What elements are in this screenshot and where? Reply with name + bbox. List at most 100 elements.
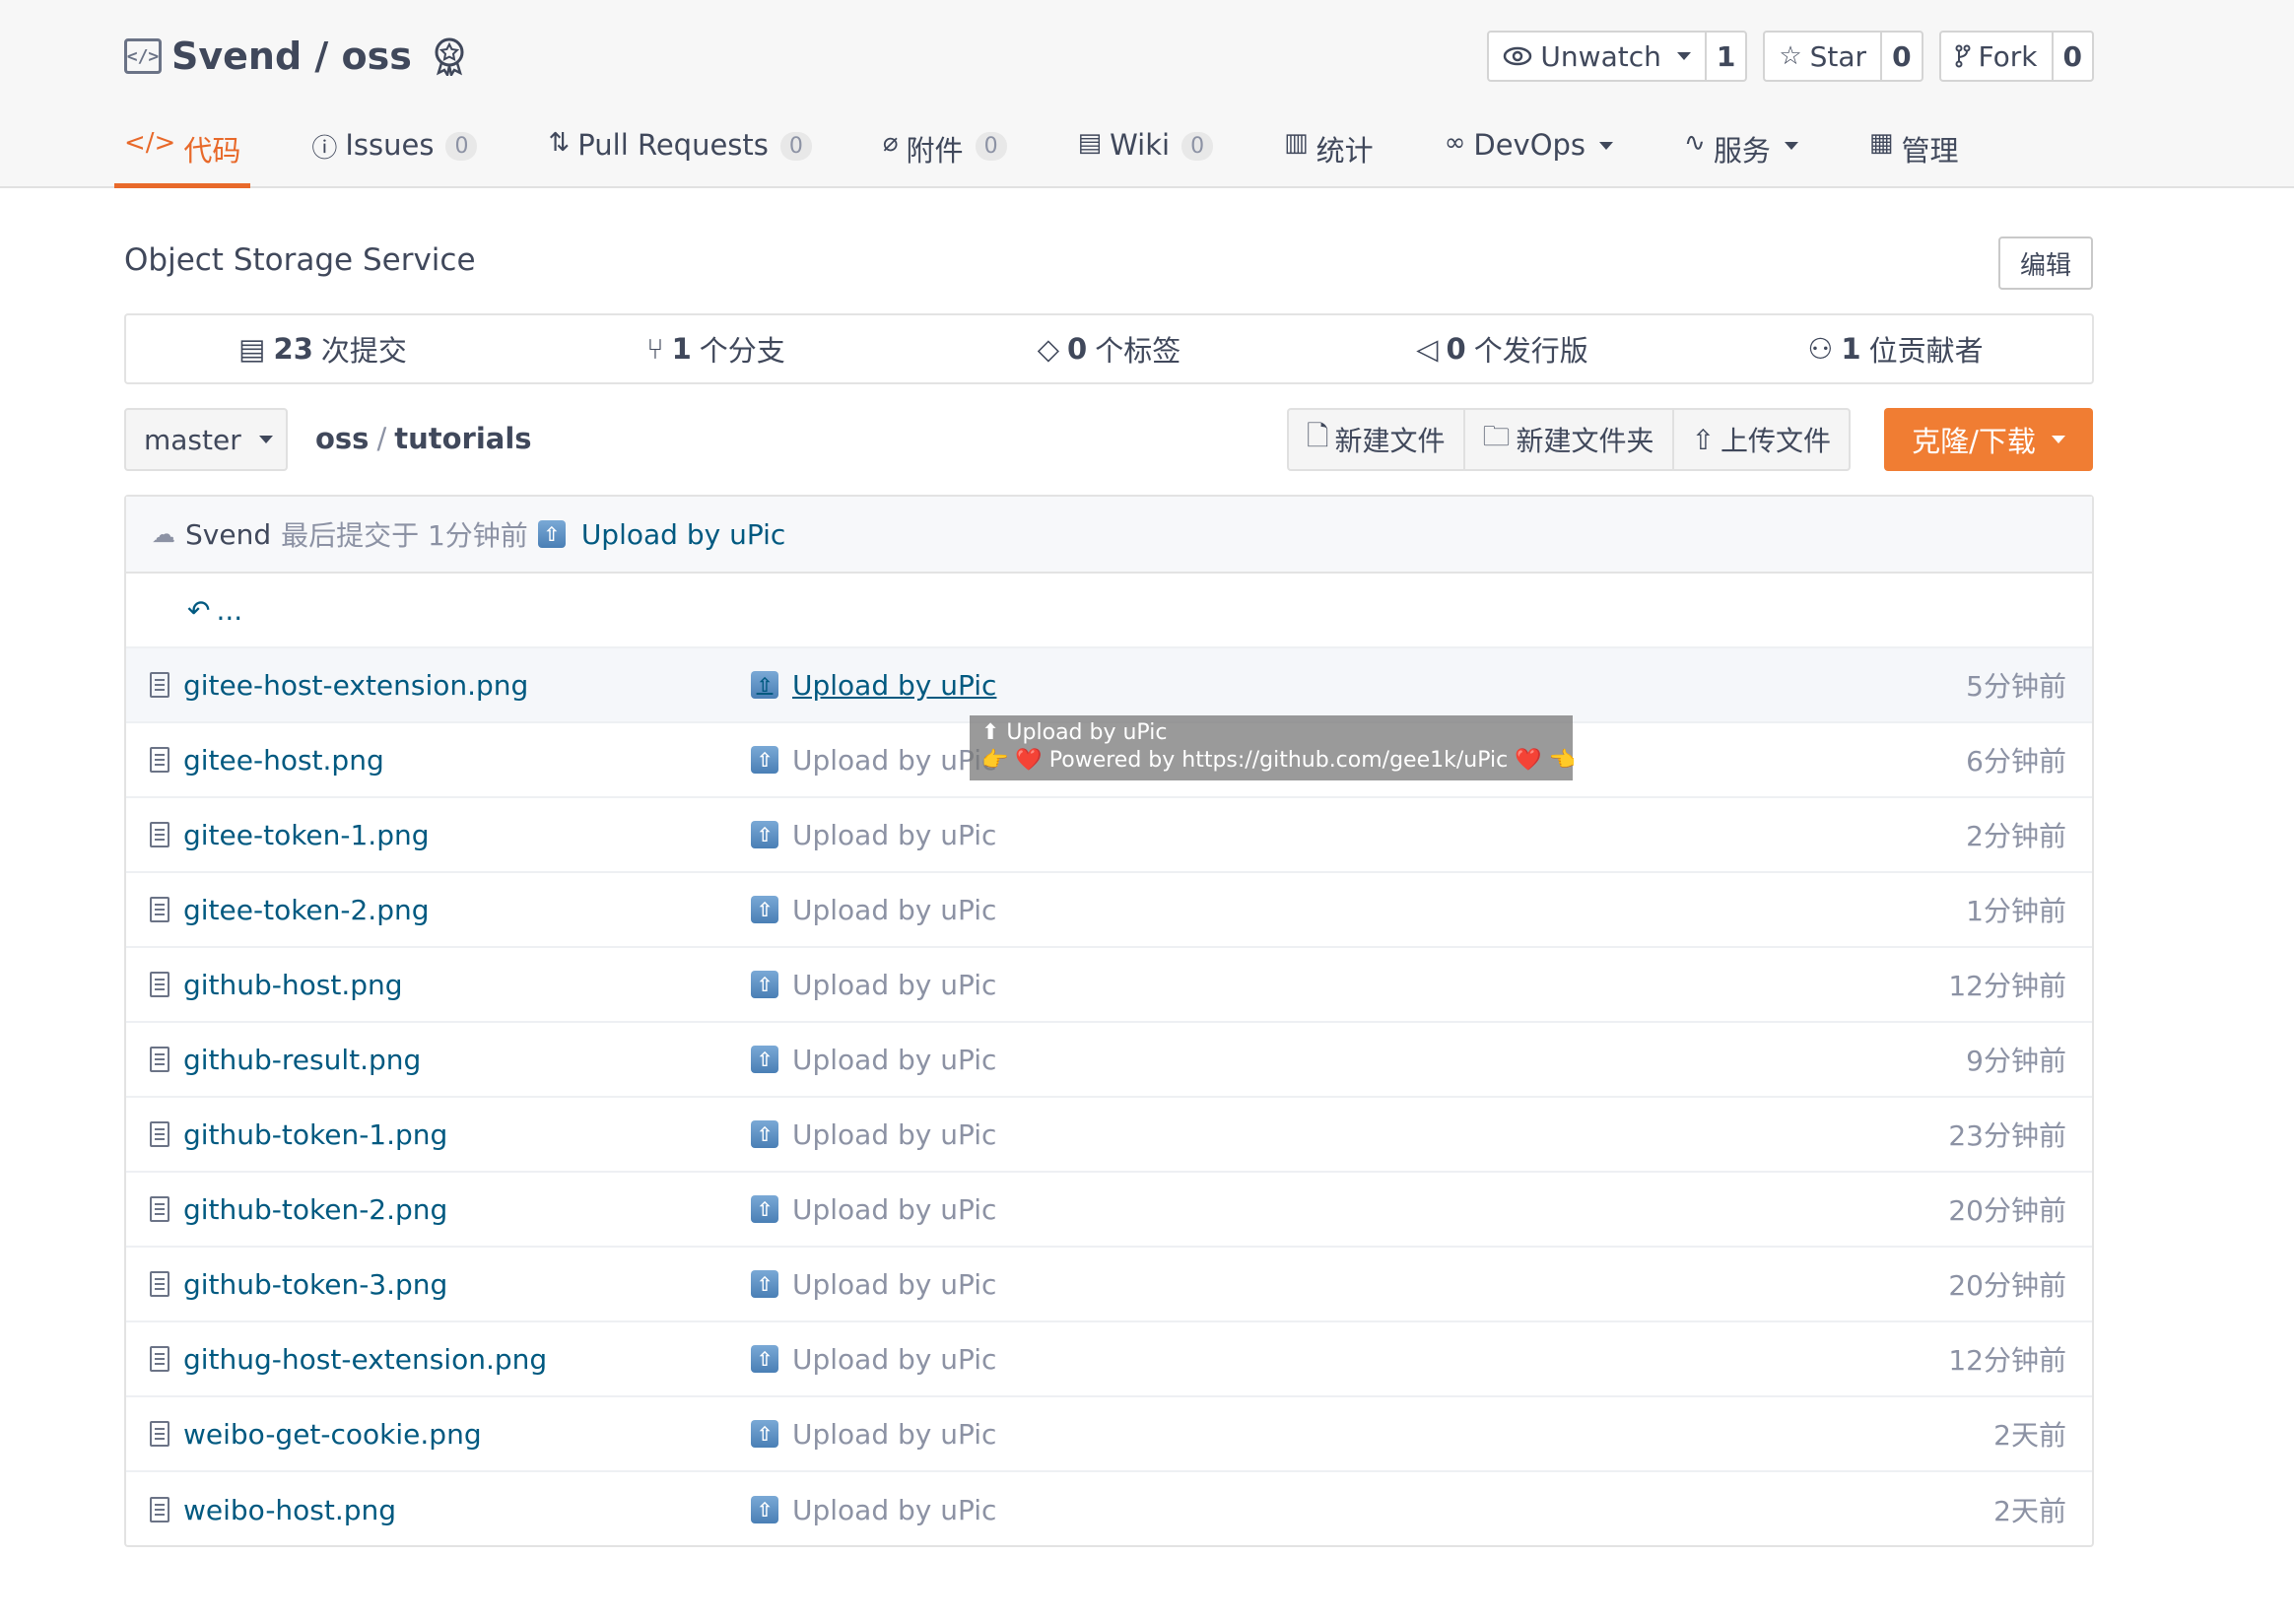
file-name[interactable]: github-token-1.png	[183, 1118, 447, 1151]
file-name-group[interactable]: githug-host-extension.png	[150, 1343, 547, 1376]
file-name[interactable]: gitee-token-2.png	[183, 894, 430, 926]
table-row[interactable]: weibo-get-cookie.png ⇧ Upload by uPic 2天前	[126, 1397, 2092, 1472]
file-name-group[interactable]: gitee-host-extension.png	[150, 669, 528, 702]
file-commit-group[interactable]: ⇧ Upload by uPic	[751, 1494, 996, 1526]
file-commit-message[interactable]: Upload by uPic	[792, 1193, 996, 1226]
parent-directory-link[interactable]: ↶ ...	[126, 574, 2092, 648]
table-row[interactable]: gitee-host-extension.png ⇧ Upload by uPic…	[126, 648, 2092, 723]
fork-button[interactable]: Fork 0	[1938, 31, 2094, 82]
tab-attachments[interactable]: ⌀ 附件 0	[883, 118, 1007, 188]
table-row[interactable]: github-host.png ⇧ Upload by uPic 12分钟前	[126, 948, 2092, 1023]
file-name[interactable]: github-token-3.png	[183, 1268, 447, 1301]
file-commit-group[interactable]: ⇧ Upload by uPic	[751, 969, 996, 1001]
new-folder-button[interactable]: 🗀 新建文件夹	[1465, 410, 1674, 469]
file-commit-group[interactable]: ⇧ Upload by uPic	[751, 1268, 996, 1301]
file-name[interactable]: weibo-get-cookie.png	[183, 1418, 482, 1451]
file-commit-group[interactable]: ⇧ Upload by uPic	[751, 1418, 996, 1451]
file-commit-message[interactable]: Upload by uPic	[792, 969, 996, 1001]
tab-devops[interactable]: ∞ DevOps	[1445, 118, 1614, 188]
file-commit-message[interactable]: Upload by uPic	[792, 744, 996, 777]
file-name-group[interactable]: github-host.png	[150, 969, 403, 1001]
tab-code[interactable]: </> 代码	[113, 118, 251, 188]
file-name-group[interactable]: github-token-3.png	[150, 1268, 447, 1301]
branch-selector[interactable]: master	[124, 408, 288, 471]
file-commit-group[interactable]: ⇧ Upload by uPic	[751, 744, 996, 777]
watch-label-group[interactable]: Unwatch	[1489, 33, 1704, 80]
table-row[interactable]: gitee-token-2.png ⇧ Upload by uPic 1分钟前	[126, 873, 2092, 948]
commit-author[interactable]: Svend	[185, 518, 271, 551]
breadcrumb-root[interactable]: oss	[315, 422, 369, 455]
file-name[interactable]: gitee-token-1.png	[183, 819, 430, 851]
table-row[interactable]: github-token-2.png ⇧ Upload by uPic 20分钟前	[126, 1173, 2092, 1248]
upload-arrow-icon: ⇧	[751, 671, 778, 699]
file-commit-message[interactable]: Upload by uPic	[792, 1418, 996, 1451]
file-commit-message[interactable]: Upload by uPic	[792, 819, 996, 851]
file-name[interactable]: gitee-host.png	[183, 744, 384, 777]
tab-manage[interactable]: ▦ 管理	[1869, 118, 1959, 188]
file-commit-group[interactable]: ⇧ Upload by uPic	[751, 1343, 996, 1376]
file-name-group[interactable]: weibo-host.png	[150, 1494, 396, 1526]
file-name[interactable]: githug-host-extension.png	[183, 1343, 547, 1376]
file-commit-message[interactable]: Upload by uPic	[792, 1494, 996, 1526]
table-row[interactable]: github-token-3.png ⇧ Upload by uPic 20分钟前	[126, 1248, 2092, 1322]
file-name[interactable]: github-token-2.png	[183, 1193, 447, 1226]
file-commit-group[interactable]: ⇧ Upload by uPic	[751, 894, 996, 926]
file-commit-message[interactable]: Upload by uPic	[792, 1268, 996, 1301]
file-commit-message[interactable]: Upload by uPic	[792, 669, 996, 702]
star-label-group[interactable]: ☆ Star	[1765, 33, 1880, 80]
new-file-button[interactable]: 🗋 新建文件	[1289, 410, 1465, 469]
watch-label: Unwatch	[1540, 39, 1661, 73]
file-icon	[150, 1346, 169, 1372]
file-commit-group[interactable]: ⇧ Upload by uPic	[751, 669, 996, 702]
tab-wiki[interactable]: ▤ Wiki 0	[1078, 118, 1214, 188]
file-name[interactable]: github-result.png	[183, 1044, 421, 1076]
table-row[interactable]: github-token-1.png ⇧ Upload by uPic 23分钟前	[126, 1098, 2092, 1173]
stat-releases[interactable]: ◁ 0 个发行版	[1306, 328, 1699, 370]
file-commit-message[interactable]: Upload by uPic	[792, 1044, 996, 1076]
watch-count[interactable]: 1	[1704, 33, 1745, 80]
file-commit-group[interactable]: ⇧ Upload by uPic	[751, 1193, 996, 1226]
edit-description-button[interactable]: 编辑	[1998, 237, 2093, 290]
repo-name[interactable]: Svend / oss	[171, 34, 412, 78]
file-name-group[interactable]: github-token-1.png	[150, 1118, 447, 1151]
file-commit-message[interactable]: Upload by uPic	[792, 1343, 996, 1376]
stat-branches[interactable]: ⑂ 1 个分支	[519, 328, 912, 370]
file-name[interactable]: weibo-host.png	[183, 1494, 396, 1526]
file-name-group[interactable]: gitee-token-1.png	[150, 819, 430, 851]
file-name-group[interactable]: weibo-get-cookie.png	[150, 1418, 482, 1451]
tab-pull-requests[interactable]: ⇅ Pull Requests 0	[548, 118, 812, 188]
stat-contributors[interactable]: ⚇ 1 位贡献者	[1699, 328, 2092, 370]
file-commit-group[interactable]: ⇧ Upload by uPic	[751, 819, 996, 851]
table-row[interactable]: gitee-token-1.png ⇧ Upload by uPic 2分钟前	[126, 798, 2092, 873]
upload-file-button[interactable]: ⇧ 上传文件	[1674, 410, 1849, 469]
file-name[interactable]: gitee-host-extension.png	[183, 669, 528, 702]
file-commit-group[interactable]: ⇧ Upload by uPic	[751, 1118, 996, 1151]
fork-label-group[interactable]: Fork	[1941, 33, 2052, 80]
commit-message[interactable]: Upload by uPic	[581, 518, 785, 551]
file-commit-group[interactable]: ⇧ Upload by uPic	[751, 1044, 996, 1076]
file-name-group[interactable]: github-result.png	[150, 1044, 421, 1076]
file-name-group[interactable]: gitee-host.png	[150, 744, 384, 777]
avatar[interactable]: ☁	[152, 520, 175, 548]
breadcrumb: oss / tutorials	[315, 422, 532, 455]
file-commit-message[interactable]: Upload by uPic	[792, 894, 996, 926]
file-name[interactable]: github-host.png	[183, 969, 403, 1001]
stat-commits[interactable]: ▤ 23 次提交	[126, 328, 519, 370]
table-row[interactable]: github-result.png ⇧ Upload by uPic 9分钟前	[126, 1023, 2092, 1098]
commit-icon: ▤	[238, 332, 266, 366]
star-count[interactable]: 0	[1880, 33, 1921, 80]
table-row[interactable]: githug-host-extension.png ⇧ Upload by uPi…	[126, 1322, 2092, 1397]
tab-stats[interactable]: ▥ 统计	[1284, 118, 1374, 188]
stat-commits-label: 次提交	[320, 334, 407, 368]
tab-services[interactable]: ∿ 服务	[1684, 118, 1798, 188]
star-button[interactable]: ☆ Star 0	[1763, 31, 1923, 82]
file-name-group[interactable]: github-token-2.png	[150, 1193, 447, 1226]
watch-button[interactable]: Unwatch 1	[1487, 31, 1748, 82]
file-name-group[interactable]: gitee-token-2.png	[150, 894, 430, 926]
clone-download-button[interactable]: 克隆/下载	[1884, 408, 2093, 471]
file-commit-message[interactable]: Upload by uPic	[792, 1118, 996, 1151]
tab-issues[interactable]: ⓘ Issues 0	[311, 118, 478, 188]
table-row[interactable]: weibo-host.png ⇧ Upload by uPic 2天前	[126, 1472, 2092, 1547]
stat-tags[interactable]: ◇ 0 个标签	[912, 328, 1306, 370]
fork-count[interactable]: 0	[2051, 33, 2092, 80]
